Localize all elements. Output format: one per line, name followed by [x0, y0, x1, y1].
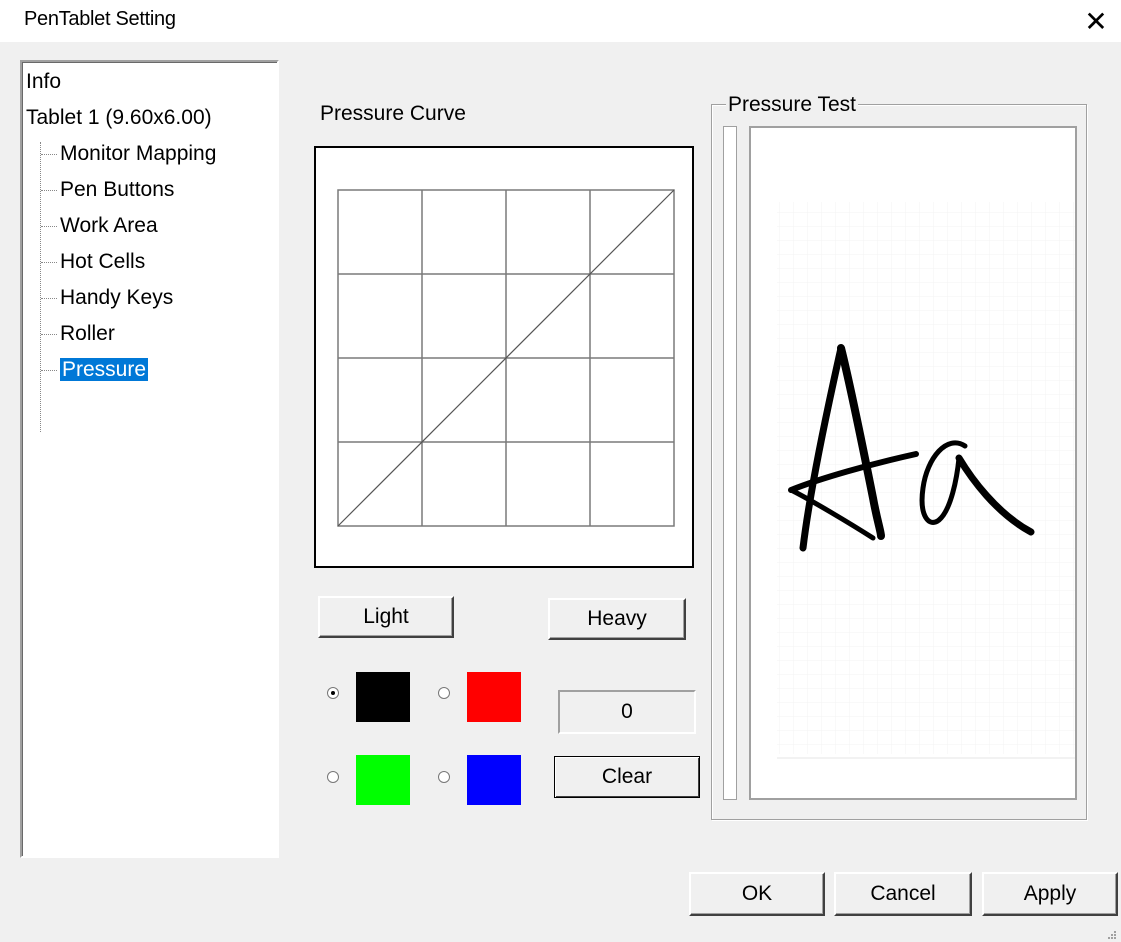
- window-title: PenTablet Setting: [24, 8, 176, 30]
- cancel-button[interactable]: Cancel: [834, 872, 972, 916]
- apply-button[interactable]: Apply: [982, 872, 1118, 916]
- resize-grip-icon[interactable]: [1105, 928, 1117, 940]
- color-radio-green[interactable]: [327, 771, 339, 783]
- tree-connector: [41, 298, 57, 299]
- tree-connector: [41, 370, 57, 371]
- pressure-level-strip: [723, 126, 737, 800]
- pressure-test-label: Pressure Test: [726, 93, 858, 117]
- pressure-test-canvas[interactable]: [749, 126, 1077, 800]
- clear-button-label: Clear: [601, 765, 653, 788]
- tree-connector: [41, 190, 57, 191]
- heavy-button-label: Heavy: [587, 607, 647, 630]
- tree-item-label: Pen Buttons: [60, 178, 175, 201]
- title-bar: PenTablet Setting ✕: [0, 0, 1121, 42]
- pressure-value-display: 0: [558, 690, 696, 734]
- color-radio-black[interactable]: [327, 687, 339, 699]
- color-swatch-blue[interactable]: [467, 755, 521, 805]
- tree-connector: [41, 262, 57, 263]
- color-swatch-red[interactable]: [467, 672, 521, 722]
- pressure-curve-graph[interactable]: [314, 146, 694, 568]
- pressure-curve-svg: [337, 189, 675, 527]
- tree-item-label: Tablet 1 (9.60x6.00): [26, 106, 212, 129]
- light-button[interactable]: Light: [318, 596, 454, 638]
- tree-item-monitor-mapping[interactable]: Monitor Mapping: [40, 140, 218, 168]
- light-button-label: Light: [363, 605, 409, 628]
- tree-item-label: Work Area: [60, 214, 158, 237]
- tree-item-label: Info: [26, 70, 62, 93]
- tree-item-label: Handy Keys: [60, 286, 174, 309]
- color-radio-red[interactable]: [438, 687, 450, 699]
- color-swatch-green[interactable]: [356, 755, 410, 805]
- tree-item-label: Monitor Mapping: [60, 142, 217, 165]
- tree-item-label: Hot Cells: [60, 250, 146, 273]
- cancel-button-label: Cancel: [870, 882, 936, 905]
- tree-item-handy-keys[interactable]: Handy Keys: [40, 284, 175, 312]
- tree-item-label: Pressure: [60, 358, 149, 381]
- tree-connector: [41, 154, 57, 155]
- ok-button-label: OK: [741, 882, 773, 905]
- close-icon: ✕: [1084, 5, 1108, 37]
- tree-item-tablet[interactable]: Tablet 1 (9.60x6.00): [26, 104, 212, 132]
- ok-button[interactable]: OK: [689, 872, 825, 916]
- clear-button[interactable]: Clear: [554, 756, 700, 798]
- color-radio-blue[interactable]: [438, 771, 450, 783]
- tree-item-work-area[interactable]: Work Area: [40, 212, 160, 240]
- heavy-button[interactable]: Heavy: [548, 598, 686, 640]
- settings-tree[interactable]: Info Tablet 1 (9.60x6.00) Monitor Mappin…: [20, 60, 279, 858]
- close-button[interactable]: ✕: [1071, 0, 1121, 42]
- apply-button-label: Apply: [1023, 882, 1077, 905]
- tree-item-roller[interactable]: Roller: [40, 320, 117, 348]
- pressure-curve-label: Pressure Curve: [320, 102, 466, 125]
- handwriting-sample: [777, 202, 1075, 759]
- tree-item-pen-buttons[interactable]: Pen Buttons: [40, 176, 176, 204]
- tree-item-hot-cells[interactable]: Hot Cells: [40, 248, 147, 276]
- pressure-value: 0: [621, 700, 633, 723]
- color-swatch-black[interactable]: [356, 672, 410, 722]
- tree-item-info[interactable]: Info: [26, 68, 61, 96]
- tree-item-label: Roller: [60, 322, 115, 345]
- tree-connector: [41, 226, 57, 227]
- tree-connector: [41, 334, 57, 335]
- tree-item-pressure[interactable]: Pressure: [40, 356, 150, 384]
